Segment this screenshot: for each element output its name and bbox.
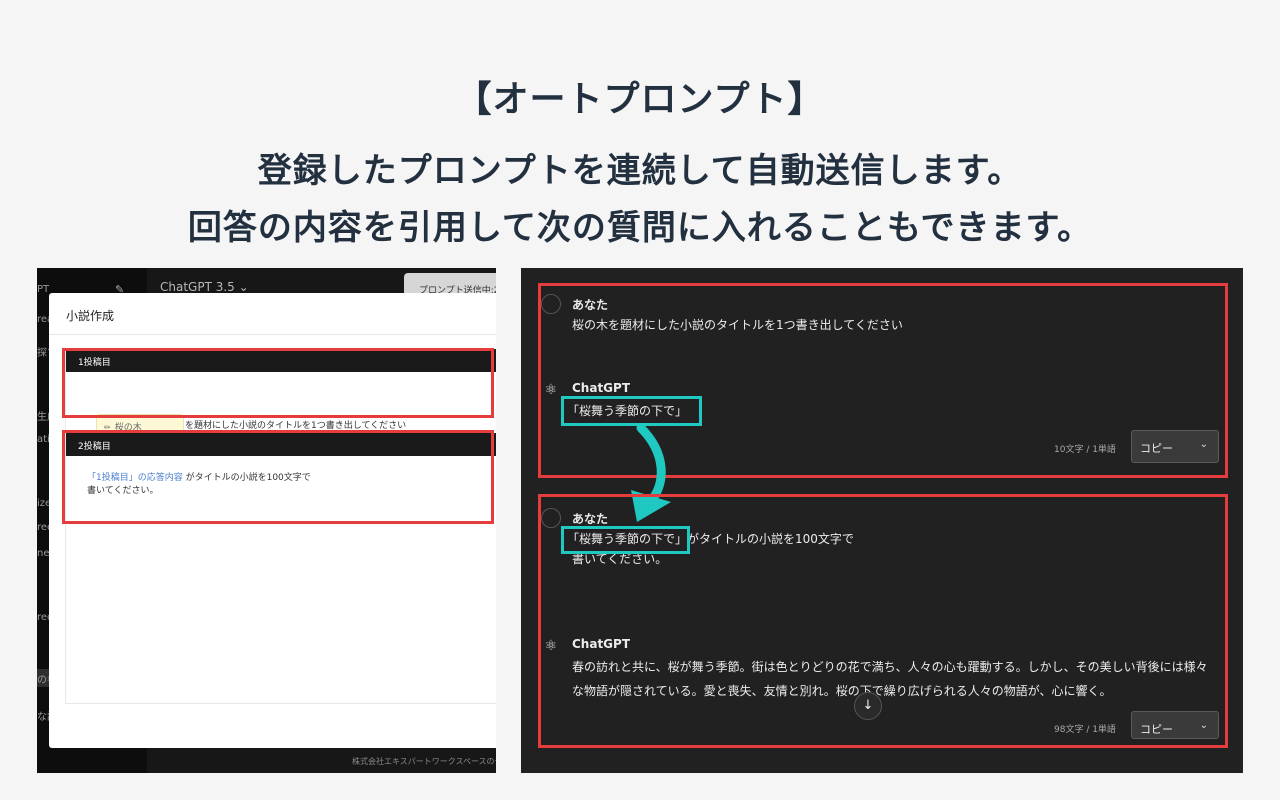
highlight-box-post-1	[62, 348, 494, 418]
model-selector[interactable]: ChatGPT 3.5 ⌄	[160, 280, 249, 294]
footer-text: 株式会社エキスパートワークスペースのチャット	[352, 757, 496, 766]
highlight-box-post-2	[62, 430, 494, 524]
modal-title: 小説作成	[66, 309, 115, 323]
left-panel-screenshot: PT rea 探す 生成 atio ize ree ner rec の参 な話 …	[37, 268, 496, 773]
highlight-box-block-2	[538, 494, 1228, 748]
right-panel-screenshot: あなた 桜の木を題材にした小説のタイトルを1つ書き出してください ⚛ ChatG…	[521, 268, 1243, 773]
hero-line-1: 登録したプロンプトを連続して自動送信します。	[257, 151, 1023, 191]
hero-line-2: 回答の内容を引用して次の質問に入れることもできます。	[187, 208, 1093, 248]
hero-title: 【オートプロンプト】	[455, 79, 825, 120]
sidebar-text: PT	[37, 284, 50, 295]
modal-divider	[49, 334, 496, 335]
novel-modal: 小説作成 1投稿目 ✏ 桜の木 を題材にした小説のタイトルを1つ書き出してください…	[49, 293, 496, 748]
